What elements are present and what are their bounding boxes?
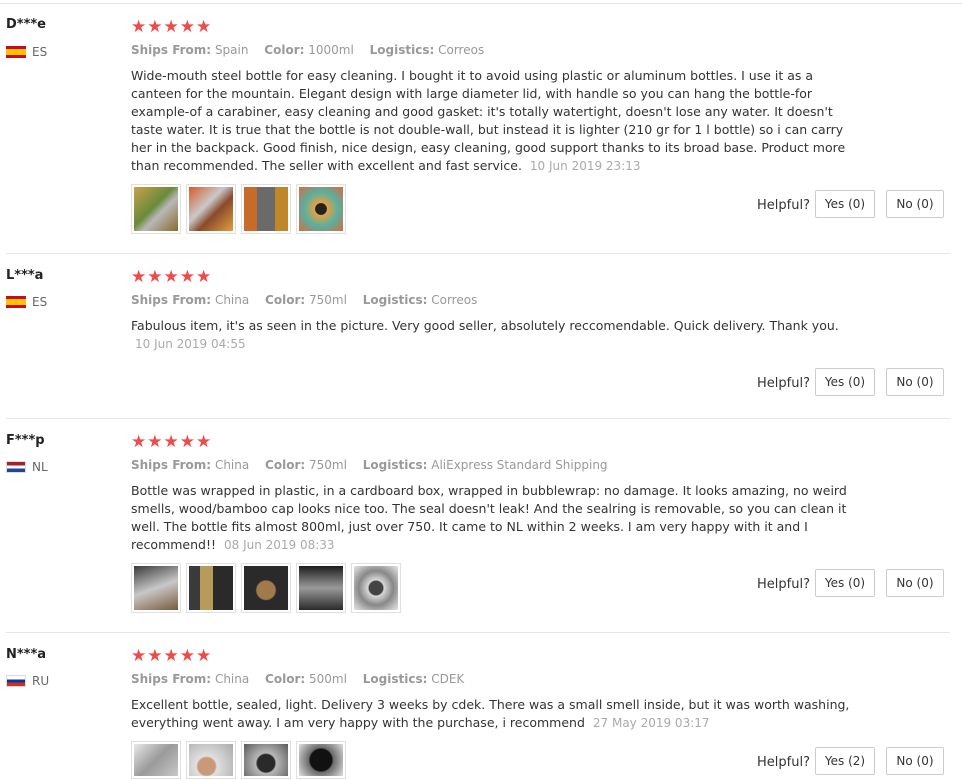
helpful-yes-button[interactable]: Yes (0) (815, 368, 875, 396)
review-date: 27 May 2019 03:17 (592, 716, 710, 730)
review-photos (131, 563, 401, 613)
helpful-label: Helpful? (757, 198, 810, 213)
ships-from-label: Ships From: (131, 672, 212, 686)
color-value: 500ml (309, 672, 347, 686)
netherlands-flag-icon (6, 461, 26, 473)
review-photo[interactable] (296, 741, 346, 779)
logistics-value: Correos (431, 293, 478, 307)
review-photos (131, 184, 346, 234)
star-rating: ★★★★★ (131, 432, 213, 452)
logistics-label: Logistics: (362, 458, 428, 472)
ships-from-label: Ships From: (131, 293, 212, 307)
reviewer-name: L***a (6, 268, 44, 283)
reviewer-country: RU (6, 674, 49, 688)
review-photo[interactable] (131, 741, 181, 779)
ships-from-value: China (214, 672, 250, 686)
color-label: Color: (265, 293, 306, 307)
review-meta: Ships From: Spain Color: 1000ml Logistic… (131, 43, 496, 57)
color-value: 1000ml (308, 43, 354, 57)
reviewer-country: ES (6, 45, 47, 59)
review-meta: Ships From: China Color: 500ml Logistics… (131, 672, 476, 686)
logistics-label: Logistics: (362, 293, 428, 307)
country-code: NL (32, 460, 48, 474)
logistics-value: Correos (438, 43, 485, 57)
helpful-label: Helpful? (757, 755, 810, 770)
review-meta: Ships From: China Color: 750ml Logistics… (131, 293, 489, 307)
country-code: ES (32, 295, 48, 309)
review-date: 08 Jun 2019 08:33 (223, 538, 335, 552)
ships-from-value: China (214, 293, 250, 307)
review-photo[interactable] (351, 563, 401, 613)
helpful-yes-button[interactable]: Yes (0) (815, 190, 875, 218)
ships-from-label: Ships From: (131, 43, 212, 57)
review-photo[interactable] (241, 741, 291, 779)
review-photo[interactable] (186, 741, 236, 779)
ships-from-value: Spain (214, 43, 249, 57)
review-text: Bottle was wrapped in plastic, in a card… (131, 482, 851, 554)
review-photo[interactable] (296, 184, 346, 234)
review-photo[interactable] (131, 563, 181, 613)
helpful-no-button[interactable]: No (0) (886, 747, 944, 775)
ships-from-value: China (214, 458, 250, 472)
helpful-label: Helpful? (757, 577, 810, 592)
star-rating: ★★★★★ (131, 17, 213, 37)
reviews-page: D***e ES ★★★★★ Ships From: Spain Color: … (0, 0, 962, 780)
review-photo[interactable] (241, 563, 291, 613)
review-body: Wide-mouth steel bottle for easy cleanin… (131, 68, 846, 173)
review-photo[interactable] (186, 563, 236, 613)
review-text: Fabulous item, it's as seen in the pictu… (131, 317, 851, 353)
review-photos (131, 741, 346, 779)
review-photo[interactable] (296, 563, 346, 613)
russia-flag-icon (6, 675, 26, 687)
reviewer-name: F***p (6, 433, 45, 448)
reviewer-country: NL (6, 460, 48, 474)
review-photo[interactable] (241, 184, 291, 234)
color-label: Color: (264, 43, 305, 57)
helpful-yes-button[interactable]: Yes (2) (815, 747, 875, 775)
logistics-value: CDEK (431, 672, 465, 686)
divider (6, 632, 950, 633)
review-text: Excellent bottle, sealed, light. Deliver… (131, 696, 851, 732)
star-rating: ★★★★★ (131, 267, 213, 287)
color-label: Color: (265, 458, 306, 472)
helpful-label: Helpful? (757, 376, 810, 391)
logistics-label: Logistics: (369, 43, 435, 57)
review-text: Wide-mouth steel bottle for easy cleanin… (131, 67, 851, 175)
reviewer-name: N***a (6, 647, 47, 662)
spain-flag-icon (6, 296, 26, 308)
country-code: ES (32, 45, 48, 59)
divider (0, 3, 962, 4)
divider (6, 418, 950, 419)
helpful-no-button[interactable]: No (0) (886, 368, 944, 396)
review-photo[interactable] (186, 184, 236, 234)
helpful-yes-button[interactable]: Yes (0) (815, 569, 875, 597)
color-value: 750ml (309, 293, 347, 307)
star-rating: ★★★★★ (131, 646, 213, 666)
logistics-label: Logistics: (362, 672, 428, 686)
spain-flag-icon (6, 46, 26, 58)
reviewer-country: ES (6, 295, 47, 309)
review-date: 10 Jun 2019 23:13 (529, 159, 641, 173)
review-date: 10 Jun 2019 04:55 (135, 337, 246, 351)
color-value: 750ml (309, 458, 347, 472)
review-photo[interactable] (131, 184, 181, 234)
reviewer-name: D***e (6, 17, 47, 32)
review-body: Fabulous item, it's as seen in the pictu… (131, 318, 839, 333)
logistics-value: AliExpress Standard Shipping (431, 458, 608, 472)
ships-from-label: Ships From: (131, 458, 212, 472)
helpful-no-button[interactable]: No (0) (886, 569, 944, 597)
review-meta: Ships From: China Color: 750ml Logistics… (131, 458, 620, 472)
helpful-no-button[interactable]: No (0) (886, 190, 944, 218)
color-label: Color: (265, 672, 306, 686)
review-body: Excellent bottle, sealed, light. Deliver… (131, 697, 850, 730)
divider (6, 253, 950, 254)
country-code: RU (32, 674, 50, 688)
